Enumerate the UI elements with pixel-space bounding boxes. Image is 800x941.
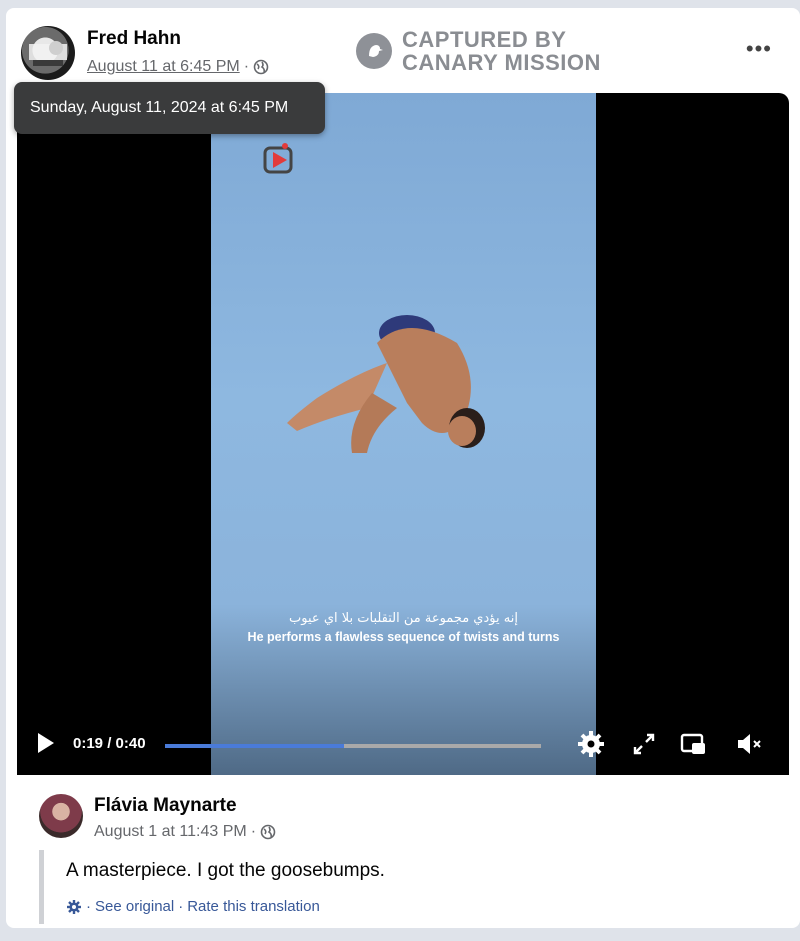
mute-icon[interactable] [734,729,764,759]
translation-separator: · [178,898,184,915]
video-player[interactable]: إنه يؤدي مجموعة من التقلبات بلا اي عيوب … [17,93,789,775]
meta-separator: · [243,58,250,75]
progress-fill [165,744,344,748]
video-time: 0:19 / 0:40 [73,735,146,752]
see-original-link[interactable]: See original [95,898,174,915]
more-options-button[interactable]: ••• [746,36,772,62]
translate-gear-icon [67,899,81,914]
author-name[interactable]: Fred Hahn [87,28,181,50]
page-background-strip [0,930,800,941]
globe-icon [253,59,269,75]
play-icon[interactable] [38,733,54,753]
date-tooltip: Sunday, August 11, 2024 at 6:45 PM [14,82,325,134]
progress-bar[interactable] [165,744,541,748]
settings-gear-icon[interactable] [576,729,606,759]
comment-text: A masterpiece. I got the goosebumps. [66,860,385,881]
channel-logo-icon [263,143,293,174]
video-controls: 0:19 / 0:40 [17,715,789,775]
canary-logo-icon [356,33,392,69]
meta-separator: · [250,823,257,840]
commenter-name[interactable]: Flávia Maynarte [94,795,237,817]
caption-english: He performs a flawless sequence of twist… [247,630,560,644]
post-meta: August 11 at 6:45 PM · [87,58,269,76]
comment-timestamp-link[interactable]: August 1 at 11:43 PM [94,823,247,841]
quote-bar [39,850,44,924]
globe-icon [260,824,276,840]
translation-row: · See original · Rate this translation [66,898,320,915]
fullscreen-icon[interactable] [629,729,659,759]
watermark-text: CAPTURED BY CANARY MISSION [402,28,601,74]
caption-arabic: إنه يؤدي مجموعة من التقلبات بلا اي عيوب [289,611,518,626]
author-avatar[interactable] [21,26,75,80]
watermark: CAPTURED BY CANARY MISSION [356,28,601,74]
translation-separator: · [86,898,91,915]
watermark-line-1: CAPTURED BY [402,27,567,52]
diver-image [287,315,485,453]
picture-in-picture-icon[interactable] [678,729,708,759]
rate-translation-link[interactable]: Rate this translation [187,898,320,915]
comment-meta: August 1 at 11:43 PM · [94,823,276,841]
commenter-avatar[interactable] [39,794,83,838]
watermark-line-2: CANARY MISSION [402,50,601,75]
post-timestamp-link[interactable]: August 11 at 6:45 PM [87,58,240,76]
